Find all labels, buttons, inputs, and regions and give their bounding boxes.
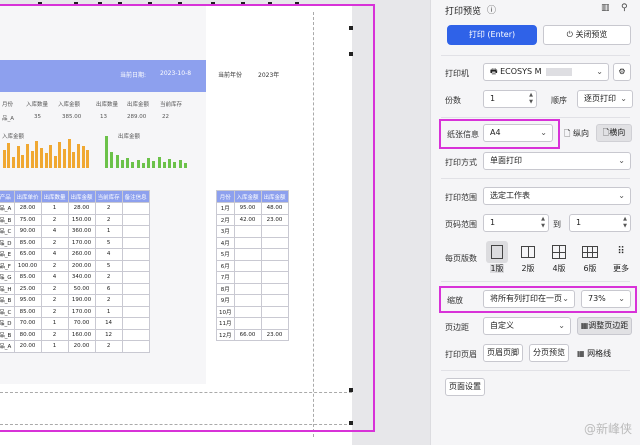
gridlines-checkbox[interactable]: ▦ 网格线 (577, 348, 611, 359)
pin-icon[interactable]: ⚲ (621, 3, 628, 13)
highlight-frame (439, 286, 637, 313)
print-range-value: 选定工作表 (490, 191, 530, 200)
order-label: 顺序 (551, 96, 567, 105)
close-preview-label: 关闭预览 (575, 30, 608, 39)
page-from-value: 1 (490, 218, 496, 227)
page-break-preview-button[interactable]: 分页预览 (529, 344, 569, 362)
divider (441, 281, 630, 282)
chevron-down-icon: ⌄ (596, 67, 603, 76)
divider (441, 370, 630, 371)
gridlines-label: 网格线 (587, 349, 612, 358)
printer-label: 打印机 (445, 69, 469, 78)
watermark: @新峰侠 (583, 422, 632, 436)
panel-title: 打印预览 (445, 7, 482, 17)
layout-4-label: 4版 (552, 264, 566, 273)
printer-icon: 🖶 (490, 67, 501, 76)
divider (441, 55, 630, 56)
copies-value: 1 (490, 94, 496, 103)
highlight-frame (439, 119, 560, 149)
copies-input[interactable]: 1 ▲ ▼ (483, 90, 537, 108)
close-preview-button[interactable]: ⏻ 关闭预览 (543, 25, 631, 45)
printer-value: ECOSYS M (500, 67, 542, 76)
grid-icon: ▦ (577, 349, 585, 358)
page-range-label: 页码范围 (445, 220, 477, 229)
layout-2-label: 2版 (521, 264, 535, 273)
print-settings-panel: 打印预览 ⓘ ▥ ⚲ 打印 (Enter) ⏻ 关闭预览 打印机 🖶 ECOSY… (430, 0, 640, 445)
stepper-icon[interactable]: ▲ ▼ (541, 216, 545, 230)
power-icon: ⏻ (566, 30, 573, 39)
redacted-block (546, 67, 573, 76)
divider (441, 117, 630, 118)
page-to-input[interactable]: 1 ▲ ▼ (569, 214, 631, 232)
chevron-down-icon: ⌄ (620, 94, 627, 103)
printer-select[interactable]: 🖶 ECOSYS M ⌄ (483, 63, 609, 81)
chevron-down-icon: ⌄ (558, 321, 565, 330)
print-mode-value: 单面打印 (490, 156, 522, 165)
layout-more-option[interactable]: ⠿ 更多 (609, 241, 633, 274)
portrait-label: 纵向 (572, 129, 589, 138)
header-footer-button[interactable]: 页眉页脚 (483, 344, 523, 362)
print-range-label: 打印范围 (445, 193, 477, 202)
chevron-down-icon: ⌄ (618, 191, 625, 200)
layout-more-label: 更多 (613, 264, 629, 273)
layout-2-icon (517, 241, 539, 263)
more-icon: ⠿ (617, 246, 625, 257)
layout-1-label: 1版 (490, 264, 504, 273)
printer-settings-button[interactable]: ⚙ (613, 63, 631, 81)
page-setup-button[interactable]: 页面设置 (445, 378, 485, 396)
landscape-label: 横向 (609, 128, 626, 137)
layout-4-option[interactable]: 4版 (547, 241, 571, 274)
page-to-label: 到 (553, 220, 561, 229)
copies-label: 份数 (445, 96, 461, 105)
print-mode-select[interactable]: 单面打印 ⌄ (483, 152, 631, 170)
stepper-icon[interactable]: ▲ ▼ (529, 92, 533, 106)
print-preview-area: 当前日期: 2023-10-8 当前年份 2023年 月份 入库数量 入库金额 … (0, 0, 430, 445)
gear-icon: ⚙ (618, 67, 626, 76)
adjust-margin-label: 调整页边距 (588, 321, 629, 330)
header-label: 打印页眉 (445, 350, 477, 359)
margin-label: 页边距 (445, 323, 469, 332)
chevron-down-icon: ⌄ (618, 156, 625, 165)
help-icon[interactable]: ⓘ (487, 3, 496, 16)
landscape-option[interactable]: 🗋横向 (596, 124, 632, 142)
margin-value: 自定义 (490, 321, 514, 330)
layout-6-label: 6版 (583, 264, 597, 273)
print-range-select[interactable]: 选定工作表 ⌄ (483, 187, 631, 205)
layout-1-option[interactable]: 1版 (485, 241, 509, 274)
highlight-frame (0, 4, 375, 432)
adjust-margin-button[interactable]: ▦调整页边距 (577, 317, 632, 335)
page-from-input[interactable]: 1 ▲ ▼ (483, 214, 549, 232)
order-value: 逐页打印 (584, 94, 616, 103)
sidebar-toggle-icon[interactable]: ▥ (601, 3, 610, 13)
layout-2-option[interactable]: 2版 (516, 241, 540, 274)
portrait-option[interactable]: 🗋 纵向 (564, 128, 589, 142)
page-icon: 🗋 (564, 129, 571, 138)
layout-6-icon (579, 241, 601, 263)
print-button[interactable]: 打印 (Enter) (447, 25, 537, 45)
layout-6-option[interactable]: 6版 (578, 241, 602, 274)
stepper-icon[interactable]: ▲ ▼ (623, 216, 627, 230)
page-to-value: 1 (576, 218, 582, 227)
layout-1-icon (486, 241, 508, 263)
order-select[interactable]: 逐页打印 ⌄ (577, 90, 633, 108)
divider (441, 178, 630, 179)
layout-4-icon (548, 241, 570, 263)
print-mode-label: 打印方式 (445, 158, 477, 167)
per-page-label: 每页版数 (445, 254, 477, 263)
margin-select[interactable]: 自定义 ⌄ (483, 317, 571, 335)
